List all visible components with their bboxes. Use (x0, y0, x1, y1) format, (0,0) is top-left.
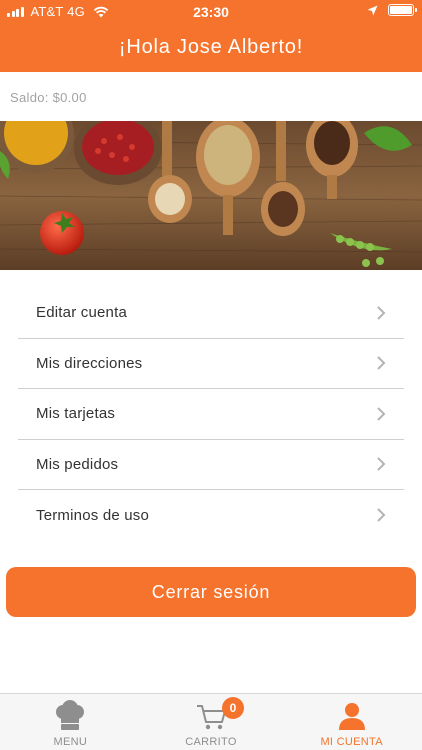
chevron-right-icon (377, 508, 386, 522)
tab-label: MI CUENTA (320, 736, 383, 748)
tab-cart[interactable]: CARRITO (141, 694, 282, 750)
user-icon (338, 703, 365, 730)
chevron-right-icon (377, 306, 386, 320)
menu-item-mis-tarjetas[interactable]: Mis tarjetas (18, 389, 404, 440)
chevron-right-icon (377, 356, 386, 370)
tab-menu[interactable]: MENU (0, 694, 141, 750)
menu-item-terminos-de-uso[interactable]: Terminos de uso (18, 490, 404, 541)
location-icon (367, 5, 378, 15)
menu-item-mis-pedidos[interactable]: Mis pedidos (18, 440, 404, 490)
menu-item-editar-cuenta[interactable]: Editar cuenta (18, 288, 404, 339)
app-header: AT&T 4G 23:30 ¡Hola Jose Alberto! (0, 0, 422, 72)
logout-button[interactable]: Cerrar sesión (6, 567, 416, 617)
spices-banner-image (0, 121, 422, 270)
chevron-right-icon (377, 407, 386, 421)
menu-item-label: Mis tarjetas (36, 405, 116, 423)
chevron-right-icon (377, 457, 386, 471)
menu-item-label: Mis direcciones (36, 354, 143, 372)
menu-item-mis-direcciones[interactable]: Mis direcciones (18, 339, 404, 389)
page-title: ¡Hola Jose Alberto! (118, 36, 304, 58)
tab-label: CARRITO (185, 736, 237, 748)
status-time: 23:30 (193, 4, 229, 20)
balance-label: Saldo: $0.00 (10, 90, 87, 105)
cart-count-badge: 0 (222, 697, 244, 719)
menu-item-label: Mis pedidos (36, 455, 119, 473)
tab-bar: MENU CARRITO MI CUENTA 0 (0, 693, 422, 750)
menu-item-label: Editar cuenta (36, 304, 127, 322)
battery-icon (388, 4, 417, 16)
account-menu: Editar cuenta Mis direcciones Mis tarjet… (18, 288, 404, 541)
tab-label: MENU (53, 736, 88, 748)
tab-mi-cuenta[interactable]: MI CUENTA (281, 694, 422, 750)
chef-hat-icon (56, 700, 85, 730)
menu-item-label: Terminos de uso (36, 506, 150, 524)
status-bar: AT&T 4G 23:30 (0, 0, 422, 24)
status-right (367, 4, 417, 16)
